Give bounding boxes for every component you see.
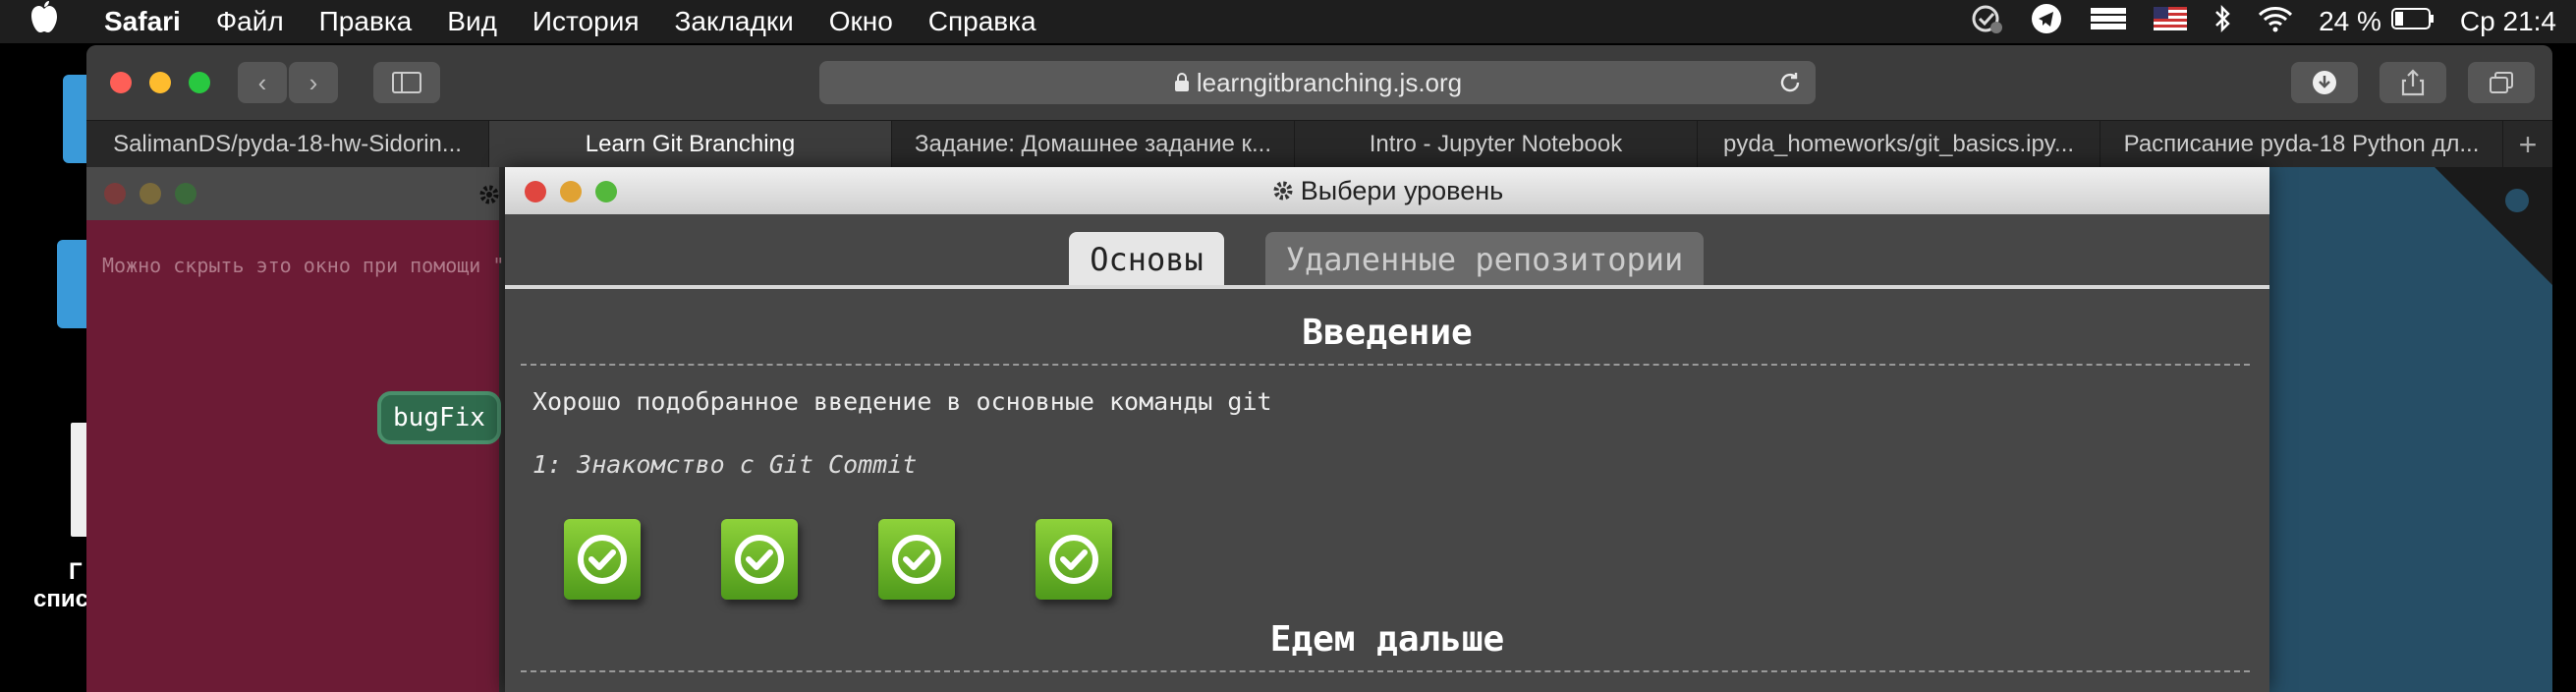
browser-tab-active[interactable]: Learn Git Branching [489, 121, 892, 168]
check-badge-icon[interactable] [1971, 2, 2004, 42]
menu-bar: Safari Файл Правка Вид История Закладки … [0, 0, 2576, 43]
github-corner-icon[interactable] [2435, 167, 2552, 285]
modal-minimize-button[interactable] [560, 181, 582, 202]
close-window-button[interactable] [110, 72, 132, 93]
level-button-completed[interactable] [1036, 519, 1112, 600]
tab-bar: SalimanDS/pyda-18-hw-Sidorin... Learn Gi… [86, 120, 2552, 168]
downloads-button[interactable] [2291, 62, 2358, 103]
share-button[interactable] [2380, 62, 2446, 103]
us-flag-icon[interactable] [2154, 6, 2188, 37]
browser-tab[interactable]: Расписание pyda-18 Python дл... [2100, 121, 2503, 168]
gear-icon [1273, 181, 1293, 201]
check-circle-icon [1049, 535, 1098, 584]
section-divider [521, 364, 2250, 366]
zoom-window-button[interactable] [189, 72, 210, 93]
desktop-label: Г [69, 558, 83, 585]
back-button[interactable]: ‹ [238, 62, 287, 103]
minimize-window-button[interactable] [149, 72, 171, 93]
visualization-panel [2269, 167, 2552, 692]
menu-history[interactable]: История [532, 6, 640, 37]
modal-zoom-button[interactable] [595, 181, 617, 202]
reload-icon[interactable] [1778, 71, 1802, 94]
level-select-modal: Выбери уровень Основы Удаленные репозито… [505, 167, 2269, 692]
menu-bookmarks[interactable]: Закладки [675, 6, 794, 37]
lock-icon [1174, 73, 1189, 91]
address-bar[interactable]: learngitbranching.js.org [819, 61, 1816, 104]
tabs-overview-button[interactable] [2468, 62, 2535, 103]
section-title-next: Едем дальше [1269, 619, 1505, 660]
menu-window[interactable]: Окно [829, 6, 893, 37]
modal-title: Выбери уровень [1300, 175, 1504, 205]
new-tab-button[interactable]: + [2503, 121, 2552, 168]
lesson-name: 1: Знакомство с Git Commit [532, 450, 918, 479]
panel-zoom-button[interactable] [175, 183, 196, 204]
panel-minimize-button[interactable] [140, 183, 161, 204]
modal-titlebar: Выбери уровень [505, 167, 2269, 214]
section-divider [521, 670, 2250, 672]
section-description: Хорошо подобранное введение в основные к… [532, 387, 1272, 416]
command-hint-text: Можно скрыть это окно при помощи " [102, 254, 505, 277]
level-button-completed[interactable] [721, 519, 798, 600]
telegram-icon[interactable] [2030, 2, 2063, 42]
stack-icon[interactable] [2089, 4, 2128, 40]
check-circle-icon [578, 535, 627, 584]
web-page: Можно скрыть это окно при помощи " bugFi… [86, 167, 2552, 692]
section-title-intro: Введение [1302, 313, 1473, 353]
panel-close-button[interactable] [104, 183, 126, 204]
forward-button[interactable]: › [289, 62, 338, 103]
share-icon [2401, 69, 2425, 96]
command-panel-titlebar [86, 167, 499, 220]
check-circle-icon [892, 535, 941, 584]
tab-basics[interactable]: Основы [1069, 232, 1224, 287]
browser-tab[interactable]: SalimanDS/pyda-18-hw-Sidorin... [86, 121, 489, 168]
browser-tab[interactable]: Intro - Jupyter Notebook [1295, 121, 1698, 168]
tabs-icon [2490, 72, 2513, 93]
level-button-completed[interactable] [878, 519, 955, 600]
menu-edit[interactable]: Правка [319, 6, 413, 37]
modal-close-button[interactable] [525, 181, 546, 202]
browser-tab[interactable]: pyda_homeworks/git_basics.ipy... [1698, 121, 2100, 168]
gear-icon[interactable] [477, 183, 501, 206]
desktop-label: спис [33, 586, 88, 612]
menu-app-safari[interactable]: Safari [104, 6, 181, 37]
apple-icon[interactable] [29, 0, 84, 43]
tab-remote-repositories[interactable]: Удаленные репозитории [1265, 232, 1704, 287]
chevron-right-icon: › [308, 67, 318, 97]
menu-file[interactable]: Файл [216, 6, 284, 37]
wifi-icon[interactable] [2258, 5, 2293, 39]
menu-help[interactable]: Справка [928, 6, 1036, 37]
sidebar-toggle-button[interactable] [373, 62, 440, 103]
safari-toolbar: ‹ › learngitbranching.js.org [86, 45, 2552, 120]
battery-percent: 24 % [2319, 6, 2381, 36]
plus-icon: + [2518, 126, 2538, 162]
menu-view[interactable]: Вид [447, 6, 497, 37]
menu-clock[interactable]: Ср 21:4 [2460, 6, 2556, 37]
safari-window: ‹ › learngitbranching.js.org SalimanDS/p… [86, 45, 2552, 692]
bluetooth-icon[interactable] [2212, 3, 2232, 41]
branch-label-bugfix[interactable]: bugFix [377, 391, 501, 444]
download-icon [2313, 71, 2336, 94]
level-tabs: Основы Удаленные репозитории [505, 232, 2269, 291]
tabs-divider [505, 285, 2269, 289]
chevron-left-icon: ‹ [257, 67, 267, 97]
battery-icon[interactable] [2390, 6, 2435, 37]
url-text: learngitbranching.js.org [1196, 67, 1463, 97]
check-circle-icon [735, 535, 784, 584]
browser-tab[interactable]: Задание: Домашнее задание к... [892, 121, 1295, 168]
sidebar-icon [392, 72, 421, 93]
level-button-completed[interactable] [564, 519, 641, 600]
